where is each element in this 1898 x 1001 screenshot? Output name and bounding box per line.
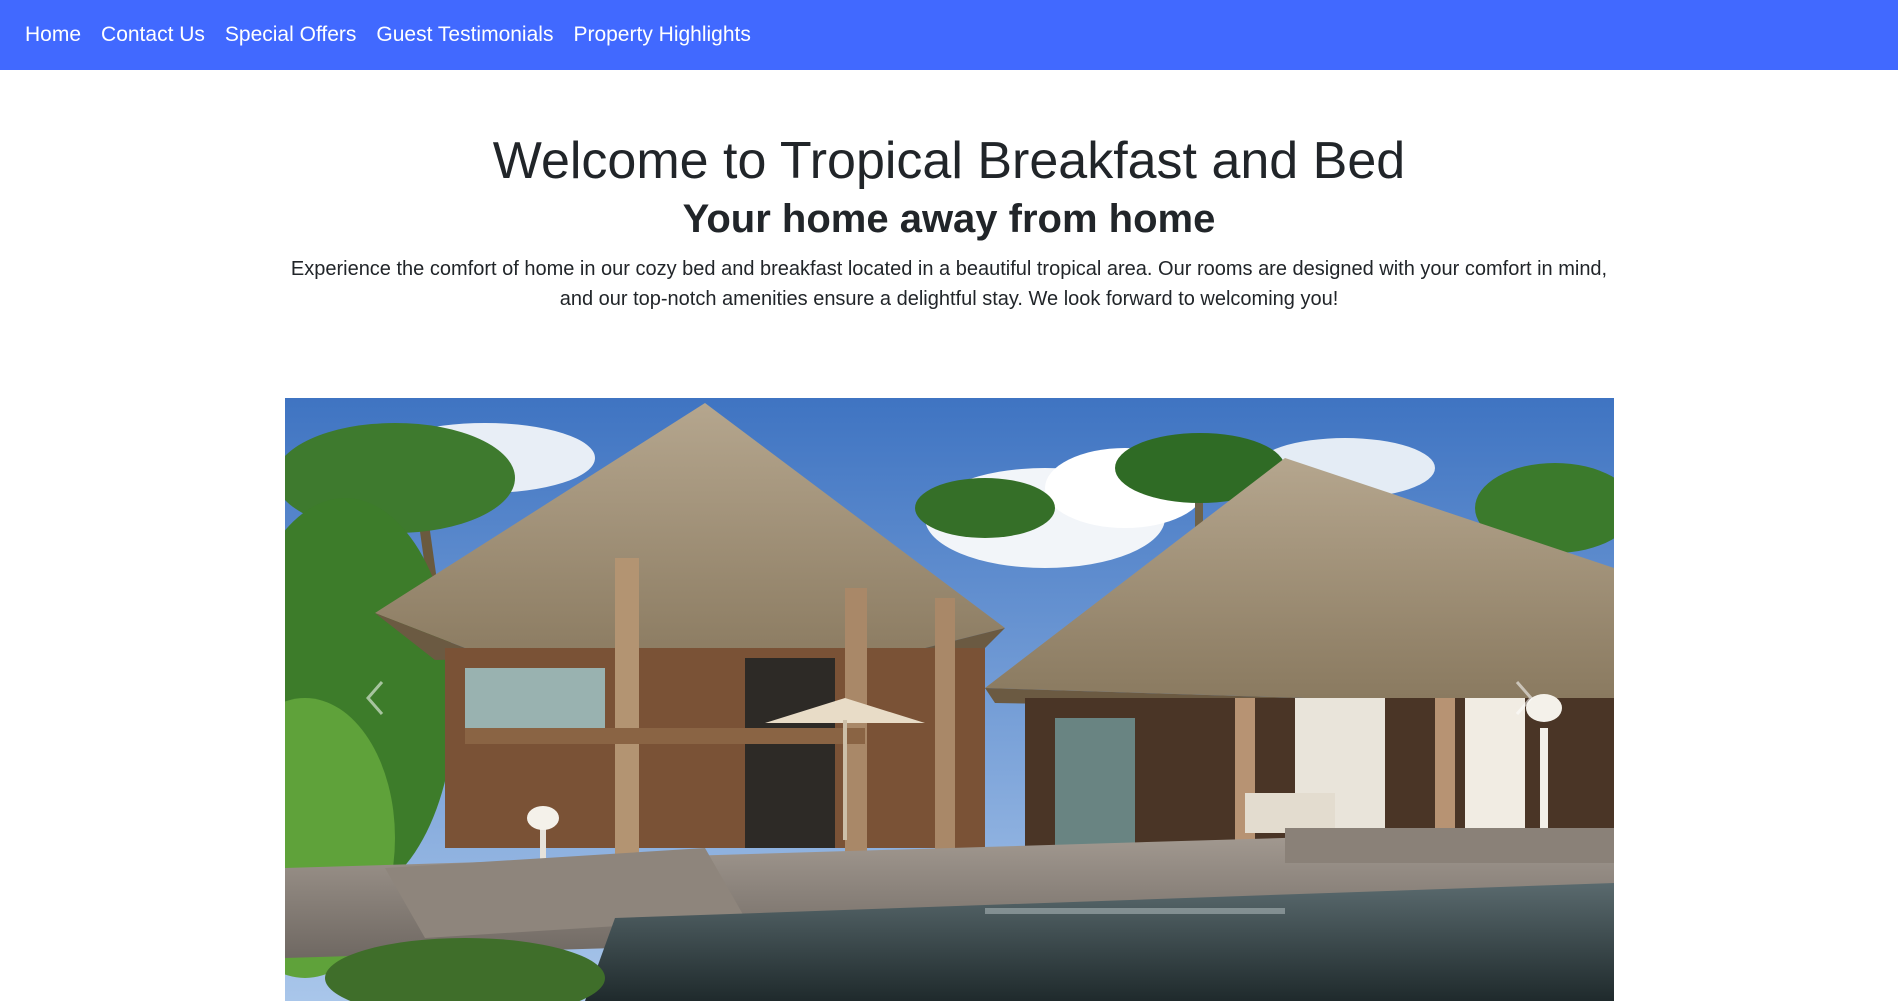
chevron-left-icon	[366, 681, 384, 715]
page-title: Welcome to Tropical Breakfast and Bed	[492, 132, 1406, 190]
chevron-right-icon	[1515, 681, 1533, 715]
carousel-prev-button[interactable]	[345, 658, 405, 738]
nav-home-link[interactable]: Home	[25, 23, 81, 47]
resort-bungalow-photo	[285, 398, 1614, 1001]
top-navbar: Home Contact Us Special Offers Guest Tes…	[0, 0, 1898, 70]
hero-section: Welcome to Tropical Breakfast and Bed Yo…	[0, 70, 1898, 314]
page-subtitle: Your home away from home	[682, 197, 1216, 241]
nav-guest-testimonials-link[interactable]: Guest Testimonials	[376, 23, 553, 47]
carousel-next-button[interactable]	[1494, 658, 1554, 738]
welcome-description: Experience the comfort of home in our co…	[290, 258, 1608, 310]
nav-contact-us-link[interactable]: Contact Us	[101, 23, 205, 47]
nav-special-offers-link[interactable]: Special Offers	[225, 23, 357, 47]
nav-property-highlights-link[interactable]: Property Highlights	[573, 23, 750, 47]
image-carousel[interactable]	[285, 398, 1614, 1001]
